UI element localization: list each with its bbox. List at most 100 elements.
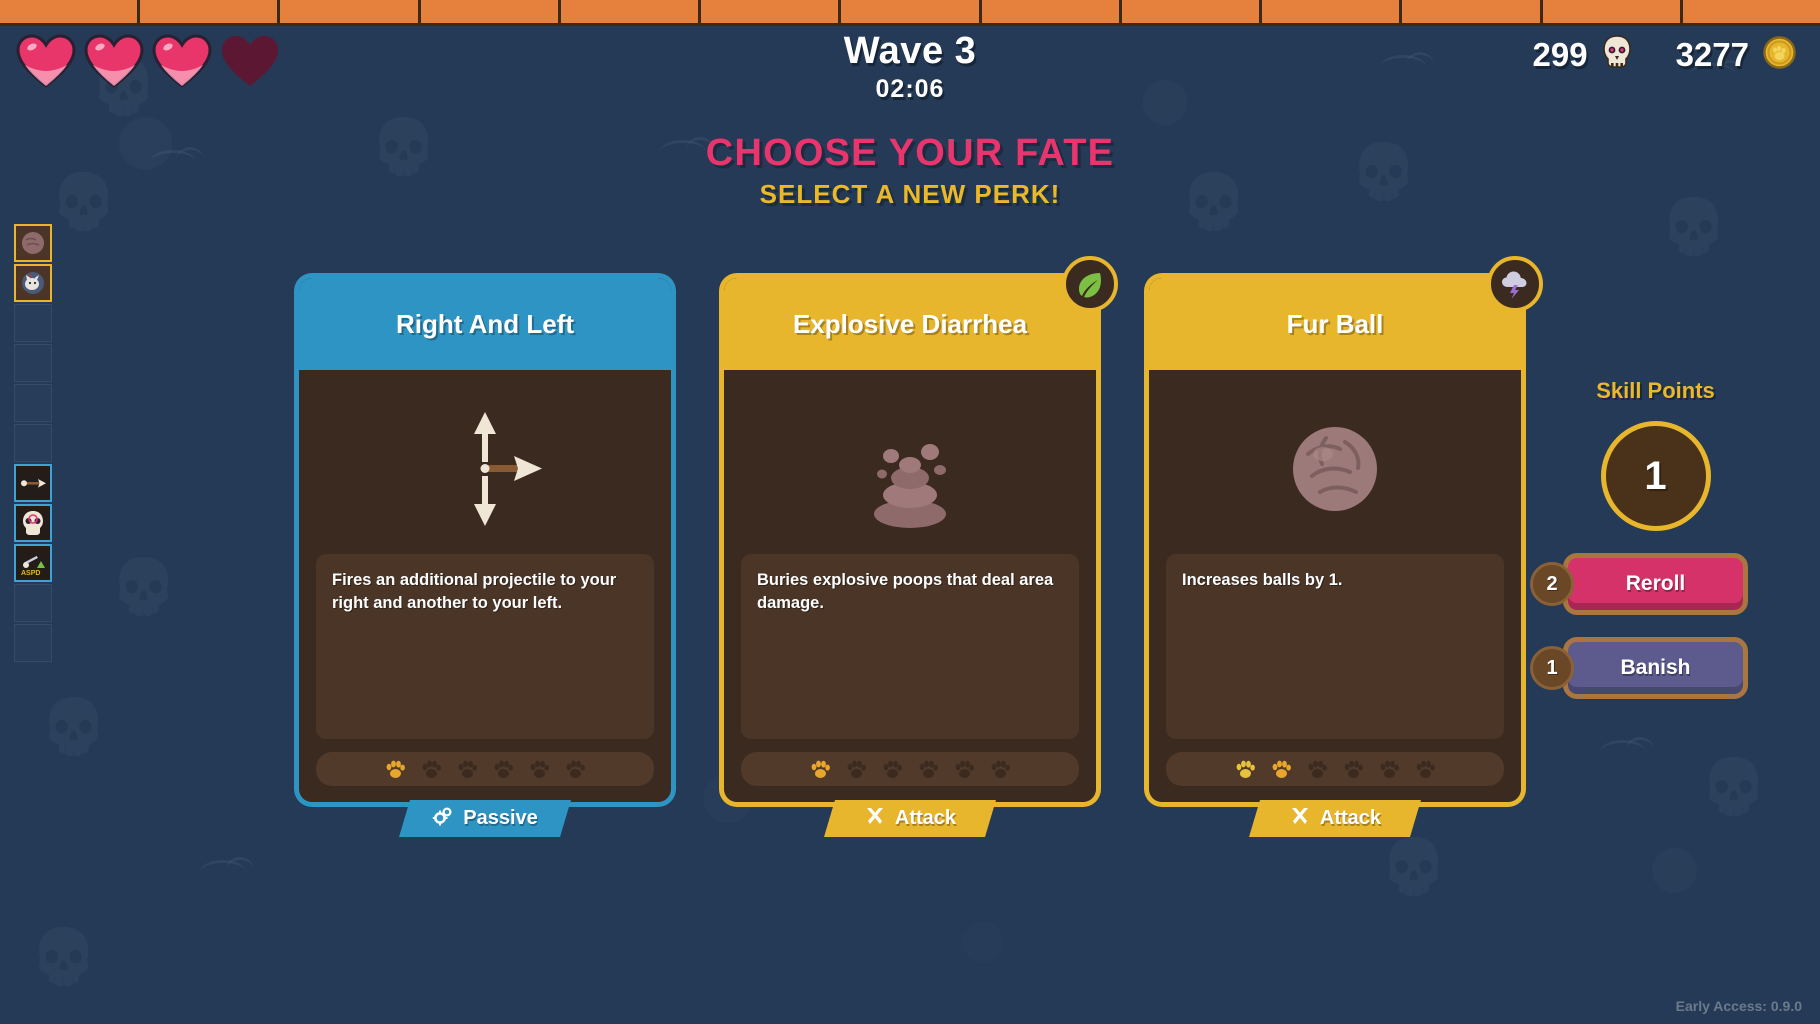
paw-icon-empty bbox=[530, 760, 549, 778]
card-paw-rating bbox=[1166, 752, 1504, 786]
crossed-swords-icon bbox=[864, 805, 886, 833]
topbar-segment bbox=[1122, 0, 1263, 23]
skull-icon bbox=[1602, 35, 1632, 74]
card-frame: Right And Left Fires an additional proje… bbox=[299, 278, 671, 802]
topbar-segment bbox=[280, 0, 421, 23]
card-paw-rating bbox=[316, 752, 654, 786]
card-paw-rating bbox=[741, 752, 1079, 786]
paw-icon-empty bbox=[847, 760, 866, 778]
kill-counter: 299 bbox=[1533, 35, 1632, 74]
card-body: Buries explosive poops that deal area da… bbox=[724, 370, 1096, 802]
card-description: Increases balls by 1. bbox=[1166, 554, 1504, 739]
skill-points-value: 1 bbox=[1600, 421, 1711, 531]
paw-icon-empty bbox=[883, 760, 902, 778]
coin-counter: 3277 bbox=[1676, 36, 1796, 74]
paw-icon-empty bbox=[919, 760, 938, 778]
card-frame: Explosive Diarrhea Buries explosive poop… bbox=[724, 278, 1096, 802]
paw-icon-empty bbox=[422, 760, 441, 778]
furball-item-icon bbox=[22, 232, 44, 254]
inventory-slot-skull[interactable] bbox=[14, 504, 52, 542]
arrow-item-icon bbox=[21, 479, 46, 488]
topbar-segment bbox=[0, 0, 141, 23]
card-type-badge: Attack bbox=[824, 800, 996, 837]
card-header: Fur Ball bbox=[1149, 278, 1521, 370]
poop-icon bbox=[741, 384, 1079, 554]
paw-icon-empty bbox=[991, 760, 1010, 778]
card-description: Fires an additional projectile to your r… bbox=[316, 554, 654, 739]
banish-button-label: Banish bbox=[1620, 656, 1691, 679]
reroll-count-badge: 2 bbox=[1530, 562, 1574, 606]
paw-icon-empty bbox=[1416, 760, 1435, 778]
topbar-segment bbox=[1543, 0, 1683, 23]
perk-card-explosive-diarrhea[interactable]: Explosive Diarrhea Buries explosive poop… bbox=[724, 256, 1118, 802]
card-type-label: Attack bbox=[1319, 807, 1382, 829]
aspd-item-icon: ASPD bbox=[21, 555, 45, 577]
paw-icon-filled bbox=[1236, 760, 1255, 778]
perk-card-list: Right And Left Fires an additional proje… bbox=[0, 256, 1820, 802]
skull-item-icon bbox=[23, 511, 43, 535]
inventory-slot-empty[interactable] bbox=[14, 344, 52, 382]
topbar-segment bbox=[1402, 0, 1543, 23]
paw-icon-empty bbox=[1308, 760, 1327, 778]
leaf-icon bbox=[1062, 256, 1118, 312]
banish-row: 1 Banish bbox=[1530, 637, 1748, 699]
heart-empty bbox=[220, 33, 280, 89]
furball-icon bbox=[1166, 384, 1504, 554]
banish-button[interactable]: Banish bbox=[1563, 637, 1748, 699]
topbar-segment bbox=[561, 0, 702, 23]
perk-card-fur-ball[interactable]: Fur Ball Increases balls by 1. Attack bbox=[1149, 256, 1543, 802]
paw-icon-empty bbox=[494, 760, 513, 778]
health-hearts bbox=[16, 33, 280, 89]
paw-icon-empty bbox=[1380, 760, 1399, 778]
cat-item-icon bbox=[22, 272, 44, 294]
paw-icon-filled bbox=[1272, 760, 1291, 778]
gears-icon bbox=[432, 805, 454, 833]
inventory-slot-empty[interactable] bbox=[14, 304, 52, 342]
page-title: CHOOSE YOUR FATE bbox=[705, 132, 1115, 174]
svg-text:ASPD: ASPD bbox=[21, 570, 40, 577]
inventory-slot-cat[interactable] bbox=[14, 264, 52, 302]
card-header: Right And Left bbox=[299, 278, 671, 370]
version-label: Early Access: 0.9.0 bbox=[1675, 998, 1802, 1014]
top-progress-bar bbox=[0, 0, 1820, 26]
coin-count-value: 3277 bbox=[1675, 35, 1749, 73]
topbar-segment bbox=[140, 0, 281, 23]
card-title: Explosive Diarrhea bbox=[792, 308, 1028, 339]
heart-full bbox=[16, 33, 76, 89]
card-title: Right And Left bbox=[395, 308, 575, 339]
card-type-badge: Passive bbox=[399, 800, 571, 837]
inventory-sidebar: ASPD bbox=[14, 224, 52, 664]
crossed-swords-icon bbox=[1289, 805, 1311, 833]
heart-full bbox=[84, 33, 144, 89]
skill-points-label: Skill Points bbox=[1596, 378, 1715, 403]
three-arrows-icon bbox=[316, 384, 654, 554]
paw-icon-empty bbox=[955, 760, 974, 778]
card-body: Increases balls by 1. bbox=[1149, 370, 1521, 802]
topbar-segment bbox=[841, 0, 982, 23]
inventory-slot-furball[interactable] bbox=[14, 224, 52, 262]
card-type-label: Passive bbox=[463, 807, 538, 829]
inventory-slot-empty[interactable] bbox=[14, 424, 52, 462]
kill-count-value: 299 bbox=[1532, 35, 1588, 73]
paw-icon-empty bbox=[566, 760, 585, 778]
topbar-segment bbox=[701, 0, 842, 23]
heart-full bbox=[152, 33, 212, 89]
inventory-slot-empty[interactable] bbox=[14, 384, 52, 422]
inventory-slot-arrow[interactable] bbox=[14, 464, 52, 502]
card-description: Buries explosive poops that deal area da… bbox=[741, 554, 1079, 739]
inventory-slot-empty[interactable] bbox=[14, 584, 52, 622]
reroll-button-label: Reroll bbox=[1625, 572, 1686, 595]
perk-card-right-and-left[interactable]: Right And Left Fires an additional proje… bbox=[299, 278, 671, 802]
paw-icon-empty bbox=[1344, 760, 1363, 778]
reroll-button[interactable]: Reroll bbox=[1563, 553, 1748, 615]
inventory-slot-aspd[interactable]: ASPD bbox=[14, 544, 52, 582]
paw-icon-empty bbox=[458, 760, 477, 778]
topbar-segment bbox=[1683, 0, 1820, 23]
topbar-segment bbox=[421, 0, 561, 23]
coin-icon bbox=[1763, 35, 1796, 74]
paw-icon-filled bbox=[811, 760, 830, 778]
inventory-slot-empty[interactable] bbox=[14, 624, 52, 662]
hud-stats: 299 3277 bbox=[1533, 35, 1796, 74]
reroll-row: 2 Reroll bbox=[1530, 553, 1748, 615]
storm-icon bbox=[1487, 256, 1543, 312]
